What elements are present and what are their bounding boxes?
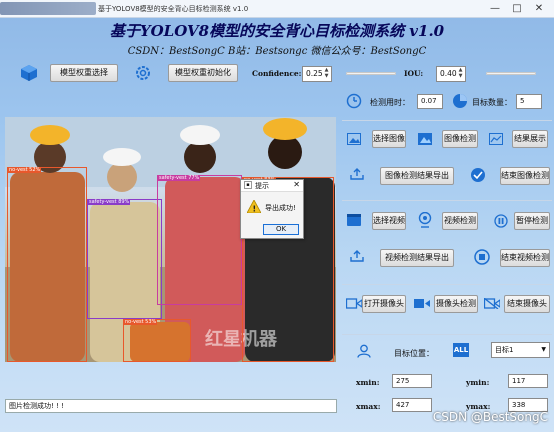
dialog-title: 提示 xyxy=(255,182,269,190)
confidence-label: Confidence: xyxy=(252,69,302,78)
video-icon xyxy=(347,214,361,226)
ok-button[interactable]: OK xyxy=(263,224,299,235)
detection-label: safety-vest 89% xyxy=(88,199,131,205)
chart-icon xyxy=(489,133,503,145)
detection-label: no-vest 53% xyxy=(124,319,158,325)
end-image-detection-button[interactable]: 结束图像检测 xyxy=(500,167,550,185)
page-title: 基于YOLOV8模型的安全背心目标检测系统 v1.0 xyxy=(109,22,445,40)
show-result-button[interactable]: 结果展示 xyxy=(512,130,548,148)
settings-icon xyxy=(136,66,150,80)
time-value: 0.07 xyxy=(417,94,443,109)
confidence-slider[interactable] xyxy=(346,72,396,75)
user-icon xyxy=(357,344,371,358)
confidence-spinbox[interactable]: 0.25 ▲ ▼ xyxy=(302,66,332,82)
pie-chart-icon xyxy=(453,94,467,108)
target-label: 目标位置： xyxy=(394,349,434,358)
detection-box: no-vest 52% xyxy=(7,167,87,362)
title-bar-blur xyxy=(0,2,96,15)
window-title: 基于YOLOV8模型的安全背心目标检测系统 v1.0 xyxy=(98,5,249,13)
detection-label: no-vest 52% xyxy=(8,167,42,173)
camera-off-icon xyxy=(484,298,500,309)
image-display: 红星机器 no-vest 52% safety-vest 89% safety-… xyxy=(5,117,336,362)
iou-slider[interactable] xyxy=(486,72,536,75)
iou-label: IOU: xyxy=(404,69,424,78)
dialog-titlebar: ▪ 提示 ✕ xyxy=(241,180,303,192)
dialog-close-icon[interactable]: ✕ xyxy=(293,180,300,189)
watermark: CSDN @BestSongC xyxy=(432,410,548,424)
message-dialog: ▪ 提示 ✕ ! 导出成功! OK xyxy=(240,179,304,239)
stop-circle-icon xyxy=(474,249,490,265)
status-bar: 图片检测成功! ! ! xyxy=(5,399,337,413)
video-detect-button[interactable]: 视频检测 xyxy=(442,212,478,230)
iou-spinbox[interactable]: 0.40 ▲ ▼ xyxy=(436,66,466,82)
xmin-value: 275 xyxy=(392,374,432,388)
page-subtitle: CSDN：BestSongC B站：Bestsongc 微信公众号：BestSo… xyxy=(127,46,427,57)
detection-box: safety-vest 89% xyxy=(87,199,162,319)
title-bar: 基于YOLOV8模型的安全背心目标检测系统 v1.0 — □ ✕ xyxy=(0,0,554,18)
export-image-result-button[interactable]: 图像检测结果导出 xyxy=(380,167,454,185)
select-image-button[interactable]: 选择图像 xyxy=(372,130,406,148)
spin-arrows-icon[interactable]: ▲ ▼ xyxy=(457,67,464,79)
count-value: 5 xyxy=(516,94,542,109)
ymin-value: 117 xyxy=(508,374,548,388)
all-icon: ALL xyxy=(453,343,469,357)
iou-value: 0.40 xyxy=(440,69,457,78)
pause-icon xyxy=(494,214,508,228)
svg-text:!: ! xyxy=(253,205,257,214)
confidence-value: 0.25 xyxy=(306,69,323,78)
cube-icon xyxy=(21,65,37,81)
count-label: 目标数量： xyxy=(472,98,512,107)
pause-detection-button[interactable]: 暂停检测 xyxy=(514,212,550,230)
check-circle-icon xyxy=(471,168,485,182)
xmax-value: 427 xyxy=(392,398,432,412)
select-video-button[interactable]: 选择视频 xyxy=(372,212,406,230)
image-icon xyxy=(347,133,361,145)
camera-icon xyxy=(346,298,362,309)
maximize-button[interactable]: □ xyxy=(506,2,528,16)
minimize-button[interactable]: — xyxy=(484,2,506,16)
upload-icon xyxy=(350,168,364,180)
detection-box: safety-vest 77% xyxy=(157,175,242,305)
image-detect-button[interactable]: 图像检测 xyxy=(442,130,478,148)
init-weights-button[interactable]: 模型权重初始化 xyxy=(168,64,238,82)
image-detect-icon xyxy=(418,133,432,145)
app-icon: ▪ xyxy=(244,181,252,189)
chevron-down-icon[interactable]: ▼ xyxy=(541,343,546,357)
spin-arrows-icon[interactable]: ▲ ▼ xyxy=(323,67,330,79)
warning-icon: ! xyxy=(247,200,261,213)
webcam-icon xyxy=(418,212,432,228)
ymin-label: ymin: xyxy=(466,378,490,387)
target-select-value: 目标1 xyxy=(495,346,514,354)
end-video-detection-button[interactable]: 结束视频检测 xyxy=(500,249,550,267)
detection-label: safety-vest 77% xyxy=(158,175,201,181)
close-button[interactable]: ✕ xyxy=(528,2,550,16)
time-label: 检测用时： xyxy=(370,98,410,107)
upload-icon xyxy=(350,250,364,262)
detection-box: no-vest 53% xyxy=(123,319,191,362)
xmin-label: xmin: xyxy=(356,378,380,387)
target-select[interactable]: 目标1 ▼ xyxy=(491,342,550,358)
open-camera-button[interactable]: 打开摄像头 xyxy=(362,295,406,313)
select-weights-button[interactable]: 模型权重选择 xyxy=(50,64,118,82)
export-video-result-button[interactable]: 视频检测结果导出 xyxy=(380,249,454,267)
timer-icon xyxy=(346,93,362,109)
xmax-label: xmax: xyxy=(356,402,381,411)
camera-detect-button[interactable]: 摄像头检测 xyxy=(434,295,478,313)
camera-detect-icon xyxy=(414,299,430,308)
end-camera-button[interactable]: 结束摄像头 xyxy=(504,295,550,313)
dialog-message: 导出成功! xyxy=(265,204,296,212)
